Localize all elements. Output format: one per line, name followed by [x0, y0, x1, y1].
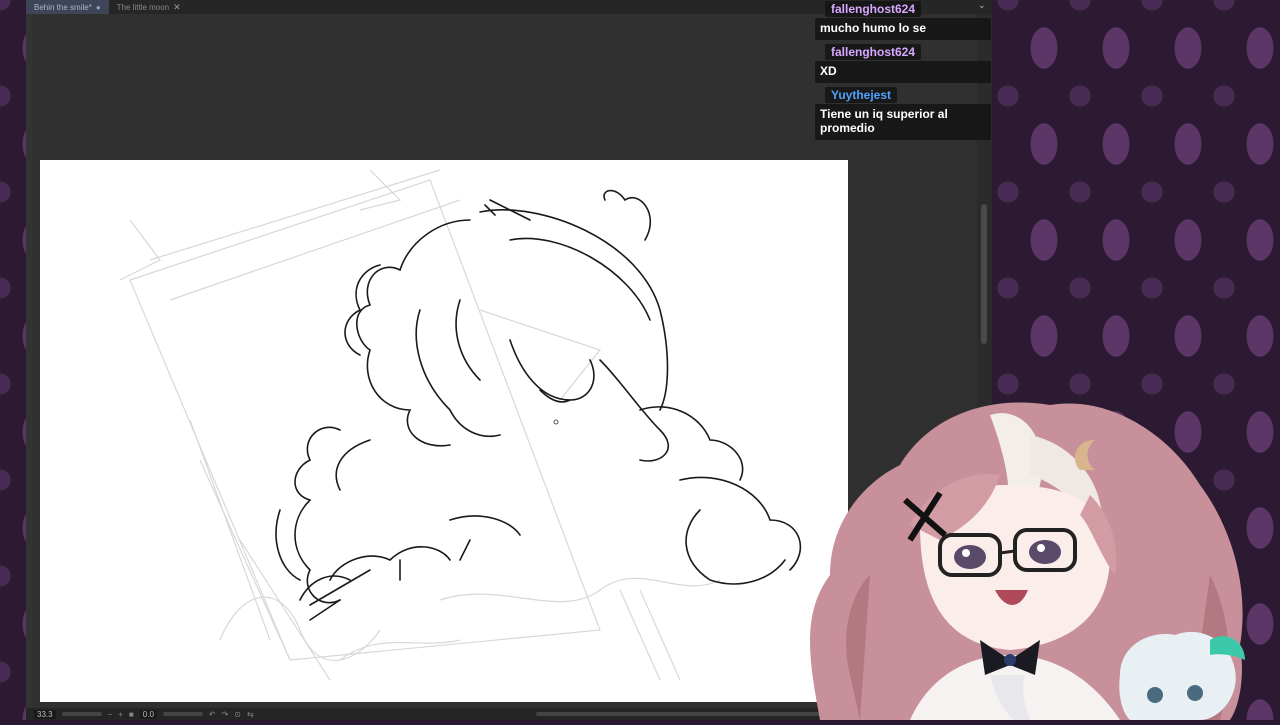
flip-icon[interactable]: ⇆ [247, 710, 254, 719]
tab-the-little-moon[interactable]: The little moon ✕ [109, 0, 189, 14]
sketch-artwork [119, 169, 802, 681]
zoom-level-field[interactable]: 33.3 [34, 709, 56, 719]
fit-icon[interactable]: ■ [129, 710, 134, 719]
chat-message-text: mucho humo lo se [815, 18, 991, 40]
modified-dot-icon: ● [95, 2, 101, 12]
rotate-icon[interactable]: ↶ [209, 710, 216, 719]
zoom-plus-icon[interactable]: + [118, 710, 123, 719]
drawing-canvas[interactable] [40, 160, 848, 702]
rotation-field[interactable]: 0.0 [139, 709, 157, 719]
zoom-minus-icon[interactable]: − [108, 710, 113, 719]
vertical-scroll-thumb[interactable] [981, 204, 987, 344]
chat-message-text: XD [815, 61, 991, 83]
tab-behin-the-smile[interactable]: Behin the smile* ● [26, 0, 109, 14]
vtuber-avatar [790, 375, 1260, 720]
reset-rotation-icon[interactable]: ⊙ [234, 710, 241, 719]
rotate-right-icon[interactable]: ↷ [222, 710, 229, 719]
chat-username: fallenghost624 [825, 1, 922, 17]
chat-message: fallenghost624 XD [815, 43, 995, 83]
tab-label: The little moon [116, 2, 170, 12]
stream-chat-overlay: fallenghost624 mucho humo lo se fallengh… [815, 0, 995, 143]
close-icon[interactable]: ✕ [173, 2, 181, 13]
chat-message: fallenghost624 mucho humo lo se [815, 0, 995, 40]
chat-message-text: Tiene un iq superior al promedio [815, 104, 991, 140]
chat-username: Yuythejest [825, 87, 898, 103]
zoom-slider[interactable] [61, 712, 102, 716]
chat-username: fallenghost624 [825, 44, 922, 60]
rotation-slider[interactable] [162, 712, 203, 716]
tab-label: Behin the smile* [34, 2, 92, 12]
chat-message: Yuythejest Tiene un iq superior al prome… [815, 86, 995, 140]
